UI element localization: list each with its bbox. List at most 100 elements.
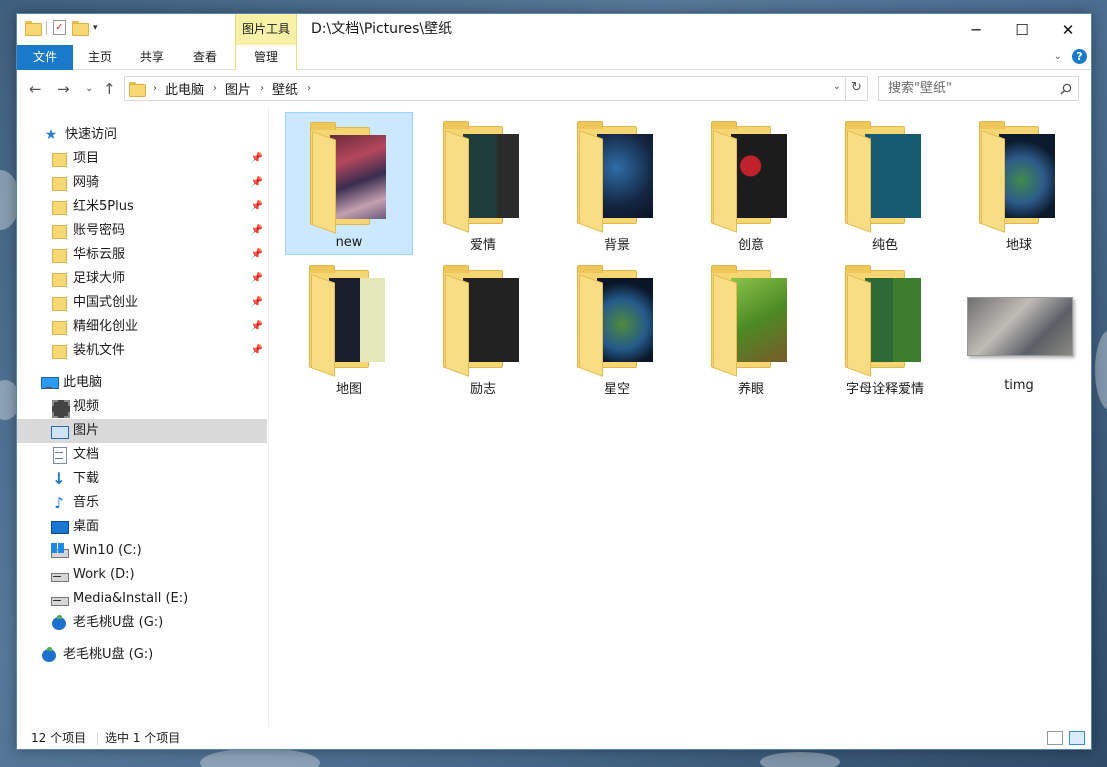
- sidebar-item-drive-e[interactable]: Media&Install (E:): [51, 587, 267, 611]
- pin-icon: 📌: [250, 345, 263, 356]
- folder-earth[interactable]: 地球: [955, 112, 1083, 255]
- document-icon: [51, 447, 67, 464]
- folder-map[interactable]: 地图: [285, 256, 413, 399]
- maximize-button[interactable]: ☐: [999, 14, 1045, 45]
- large-icons-view-icon[interactable]: [1069, 731, 1085, 745]
- minimize-button[interactable]: ─: [953, 14, 999, 45]
- refresh-icon[interactable]: ↻: [845, 77, 867, 100]
- forward-icon[interactable]: →: [57, 80, 70, 98]
- music-icon: ♪: [54, 494, 64, 512]
- folder-love[interactable]: 爱情: [419, 112, 547, 255]
- sidebar-item-quick-5[interactable]: 足球大师 📌: [51, 267, 267, 291]
- address-history-icon[interactable]: ⌄: [833, 81, 841, 92]
- pin-icon: 📌: [250, 177, 263, 188]
- quick-access-toolbar: ✓ ▾: [25, 20, 98, 36]
- properties-icon[interactable]: ✓: [53, 20, 66, 35]
- address-bar[interactable]: › 此电脑 › 图片 › 壁纸 › ⌄ ↻: [124, 76, 868, 101]
- folder-icon: [51, 151, 67, 167]
- system-drive-icon: [51, 543, 69, 559]
- folder-creative[interactable]: 创意: [687, 112, 815, 255]
- folder-icon: [577, 121, 657, 233]
- file-name: 星空: [603, 382, 630, 397]
- sidebar-item-quick-0[interactable]: 项目 📌: [51, 147, 267, 171]
- file-name: 创意: [737, 238, 764, 253]
- sidebar-item-desktop[interactable]: 桌面: [51, 515, 267, 539]
- tab-share[interactable]: 共享: [127, 45, 177, 70]
- close-button[interactable]: ✕: [1045, 14, 1091, 45]
- customize-toolbar-icon[interactable]: ▾: [93, 23, 98, 33]
- navigation-pane: ★ 快速访问 项目 📌 网骑 📌 红米5Plus 📌 账号密码 📌 华标云服 📌 足球大师…: [17, 108, 269, 727]
- breadcrumb-wallpaper[interactable]: 壁纸: [272, 79, 298, 98]
- sidebar-item-videos[interactable]: 视频: [51, 395, 267, 419]
- search-input[interactable]: 搜索"壁纸": [878, 76, 1079, 101]
- pin-icon: 📌: [250, 321, 263, 332]
- sidebar-item-drive-c[interactable]: Win10 (C:): [51, 539, 267, 563]
- sidebar-item-quick-8[interactable]: 装机文件 📌: [51, 339, 267, 363]
- sidebar-item-pictures[interactable]: 图片: [17, 419, 267, 443]
- picture-icon: [51, 423, 69, 439]
- sidebar-item-quick-1[interactable]: 网骑 📌: [51, 171, 267, 195]
- file-name: new: [335, 235, 363, 250]
- address-row: ← → ⌄ ↑ › 此电脑 › 图片 › 壁纸 › ⌄ ↻ 搜索"壁纸": [17, 71, 1091, 107]
- sidebar-item-drive-d[interactable]: Work (D:): [51, 563, 267, 587]
- recent-locations-icon[interactable]: ⌄: [85, 83, 93, 94]
- folder-icon: [129, 82, 146, 97]
- folder-new[interactable]: new: [285, 112, 413, 255]
- picture-tools-tab[interactable]: 图片工具: [235, 14, 297, 45]
- folder-solid-color[interactable]: 纯色: [821, 112, 949, 255]
- file-name: 励志: [469, 382, 496, 397]
- tab-view[interactable]: 查看: [180, 45, 230, 70]
- breadcrumb-pictures[interactable]: 图片: [225, 79, 251, 98]
- sidebar-item-documents[interactable]: 文档: [51, 443, 267, 467]
- file-name: 背景: [603, 238, 630, 253]
- title-bar: ✓ ▾ 图片工具 D:\文档\Pictures\壁纸 ─ ☐ ✕: [17, 14, 1091, 45]
- folder-icon: [577, 265, 657, 377]
- sidebar-item-quick-7[interactable]: 精细化创业 📌: [51, 315, 267, 339]
- back-icon[interactable]: ←: [29, 80, 42, 98]
- computer-icon: [41, 375, 59, 391]
- sidebar-item-quick-2[interactable]: 红米5Plus 📌: [51, 195, 267, 219]
- sidebar-item-quick-4[interactable]: 华标云服 📌: [51, 243, 267, 267]
- folder-icon: [309, 265, 389, 377]
- this-pc[interactable]: 此电脑: [41, 371, 267, 395]
- folder-icon[interactable]: [25, 21, 42, 36]
- folder-icon: [51, 295, 67, 311]
- expand-ribbon-icon[interactable]: ⌄: [1054, 51, 1062, 62]
- drive-icon: [51, 591, 69, 607]
- folder-background[interactable]: 背景: [553, 112, 681, 255]
- image-timg[interactable]: timg: [955, 256, 1083, 399]
- desktop-icon: [51, 519, 69, 535]
- file-name: 地图: [335, 382, 362, 397]
- item-count: 12 个项目: [31, 731, 87, 745]
- file-name: 爱情: [469, 238, 496, 253]
- sidebar-item-usb-root[interactable]: 老毛桃U盘 (G:): [41, 643, 267, 667]
- quick-access[interactable]: ★ 快速访问: [43, 123, 267, 147]
- sidebar-item-quick-6[interactable]: 中国式创业 📌: [51, 291, 267, 315]
- up-icon[interactable]: ↑: [103, 80, 116, 98]
- tab-home[interactable]: 主页: [75, 45, 125, 70]
- folder-starry-sky[interactable]: 星空: [553, 256, 681, 399]
- pin-icon: 📌: [250, 225, 263, 236]
- folder-letters-love[interactable]: 字母诠释爱情: [821, 256, 949, 399]
- folder-icon: [310, 122, 390, 234]
- pin-icon: 📌: [250, 201, 263, 212]
- sidebar-item-drive-g[interactable]: 老毛桃U盘 (G:): [51, 611, 267, 635]
- new-folder-icon[interactable]: [72, 21, 89, 36]
- details-view-icon[interactable]: [1047, 731, 1063, 745]
- sidebar-item-downloads[interactable]: ↓ 下载: [51, 467, 267, 491]
- folder-motivation[interactable]: 励志: [419, 256, 547, 399]
- pin-icon: 📌: [250, 249, 263, 260]
- folder-eye-care[interactable]: 养眼: [687, 256, 815, 399]
- breadcrumb-this-pc[interactable]: 此电脑: [165, 79, 204, 98]
- tab-manage[interactable]: 管理: [235, 45, 297, 70]
- explorer-window: ✓ ▾ 图片工具 D:\文档\Pictures\壁纸 ─ ☐ ✕ 文件 主页 共…: [16, 13, 1092, 750]
- folder-icon: [51, 223, 67, 239]
- file-name: 养眼: [737, 382, 764, 397]
- sidebar-item-quick-3[interactable]: 账号密码 📌: [51, 219, 267, 243]
- help-icon[interactable]: ?: [1072, 49, 1087, 64]
- drive-icon: [51, 567, 69, 583]
- tab-file[interactable]: 文件: [17, 45, 73, 70]
- window-title: D:\文档\Pictures\壁纸: [311, 21, 453, 37]
- folder-icon: [979, 121, 1059, 233]
- sidebar-item-music[interactable]: ♪ 音乐: [51, 491, 267, 515]
